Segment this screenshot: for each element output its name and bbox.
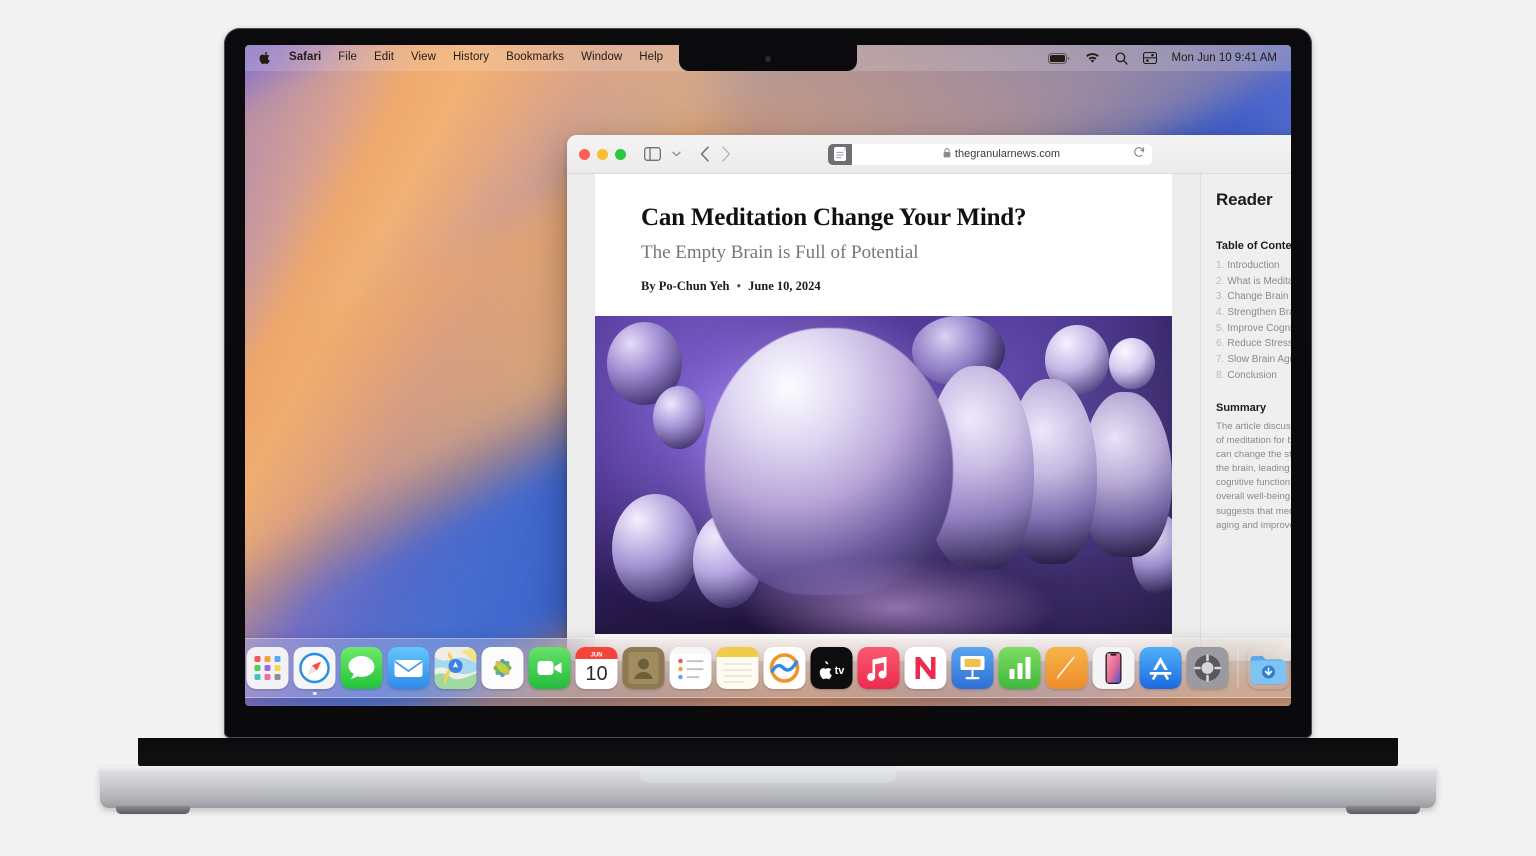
- dock-divider: [1237, 649, 1239, 687]
- menu-item-window[interactable]: Window: [581, 52, 622, 64]
- menu-item-history[interactable]: History: [453, 52, 489, 64]
- dock-item-pages[interactable]: [1045, 647, 1088, 689]
- calendar-day: 10: [585, 663, 607, 685]
- byline-author: By Po-Chun Yeh: [641, 278, 730, 293]
- byline-date: June 10, 2024: [748, 278, 821, 293]
- display-notch: [679, 45, 857, 71]
- svg-text:tv: tv: [835, 665, 846, 677]
- toc-item[interactable]: 7.Slow Brain Aging: [1216, 352, 1291, 368]
- summary-heading: Summary: [1216, 401, 1267, 414]
- dock-item-downloads[interactable]: [1248, 647, 1290, 689]
- back-arrow-icon[interactable]: [700, 146, 710, 162]
- menu-item-view[interactable]: View: [411, 52, 436, 64]
- toc-item[interactable]: 5.Improve Cognitive Function: [1216, 321, 1291, 337]
- screenshot-stage: Safari File Edit View History Bookmarks …: [0, 0, 1536, 856]
- dock-item-launchpad[interactable]: [246, 647, 289, 689]
- article-title: Can Meditation Change Your Mind?: [641, 204, 1027, 231]
- dock-item-keynote[interactable]: [951, 647, 994, 689]
- reload-icon[interactable]: [1133, 145, 1145, 163]
- dock: JUN 10 tv: [245, 638, 1291, 698]
- dock-item-safari[interactable]: [293, 647, 336, 689]
- toc-heading: Table of Contents: [1216, 240, 1291, 252]
- reader-panel-title: Reader: [1216, 190, 1273, 209]
- sidebar-toggle-icon[interactable]: [644, 147, 661, 161]
- toc-item[interactable]: 2.What is Meditation?: [1216, 274, 1291, 290]
- reader-mode-icon[interactable]: [827, 143, 852, 165]
- laptop-screen: Safari File Edit View History Bookmarks …: [245, 45, 1291, 706]
- dock-item-messages[interactable]: [340, 647, 383, 689]
- window-traffic-lights: [579, 148, 626, 160]
- reader-header: Reader: [1216, 190, 1291, 210]
- toc-item[interactable]: 3.Change Brain Structure: [1216, 289, 1291, 305]
- toc-item[interactable]: 1. Introduction: [1216, 258, 1291, 274]
- laptop-foot-right: [1346, 806, 1420, 814]
- toc-list: 1.Introduction 2.What is Meditation? 3.C…: [1216, 258, 1291, 384]
- toc-item[interactable]: 4.Strengthen Brain Networks: [1216, 305, 1291, 321]
- apple-logo-icon[interactable]: [259, 51, 272, 65]
- address-bar[interactable]: thegranularnews.com: [827, 143, 1152, 165]
- webpage-area: Can Meditation Change Your Mind? The Emp…: [567, 174, 1200, 661]
- dock-item-facetime[interactable]: [528, 647, 571, 689]
- menu-item-edit[interactable]: Edit: [374, 52, 394, 64]
- article-sheet: Can Meditation Change Your Mind? The Emp…: [595, 174, 1172, 661]
- close-button[interactable]: [579, 148, 590, 160]
- search-icon[interactable]: [1114, 51, 1128, 65]
- toc-item[interactable]: 8. Conclusion: [1216, 368, 1291, 384]
- dock-item-reminders[interactable]: [669, 647, 712, 689]
- minimize-button[interactable]: [597, 148, 608, 160]
- menubar-clock[interactable]: Mon Jun 10 9:41 AM: [1172, 52, 1277, 64]
- toc-item[interactable]: 6.Reduce Stress and Anxiety: [1216, 336, 1291, 352]
- chevron-down-icon[interactable]: [672, 151, 681, 157]
- laptop-foot-left: [116, 806, 190, 814]
- safari-content: Can Meditation Change Your Mind? The Emp…: [567, 174, 1291, 661]
- camera-icon: [765, 56, 771, 62]
- laptop-lid: Safari File Edit View History Bookmarks …: [224, 28, 1312, 738]
- dock-item-maps[interactable]: [434, 647, 477, 689]
- calendar-month: JUN: [590, 652, 602, 658]
- lock-icon: [943, 147, 951, 161]
- dock-item-freeform[interactable]: [763, 647, 806, 689]
- dock-item-system-settings[interactable]: [1186, 647, 1229, 689]
- url-text: thegranularnews.com: [954, 148, 1061, 160]
- safari-toolbar: thegranularnews.com: [567, 135, 1291, 174]
- laptop-base: [100, 766, 1436, 814]
- dock-item-music[interactable]: [857, 647, 900, 689]
- laptop-hinge: [138, 738, 1398, 768]
- article-byline: By Po-Chun Yeh • June 10, 2024: [641, 279, 1126, 294]
- dock-item-appletv[interactable]: tv: [810, 647, 853, 689]
- menu-item-help[interactable]: Help: [639, 52, 663, 64]
- article-hero-image: [595, 315, 1172, 634]
- dock-item-news[interactable]: [904, 647, 947, 689]
- dock-item-app-store[interactable]: [1139, 647, 1182, 689]
- dock-item-calendar[interactable]: JUN 10: [575, 647, 618, 689]
- zoom-button[interactable]: [615, 148, 626, 160]
- menu-item-bookmarks[interactable]: Bookmarks: [506, 52, 564, 64]
- macbook-pro: Safari File Edit View History Bookmarks …: [224, 28, 1312, 738]
- wifi-icon[interactable]: [1085, 52, 1100, 64]
- reader-sidebar: Reader Table of Contents 1.Introduction …: [1200, 174, 1291, 661]
- dock-item-photos[interactable]: [481, 647, 524, 689]
- byline-separator: •: [736, 278, 741, 293]
- dock-item-notes[interactable]: [716, 647, 759, 689]
- forward-arrow-icon[interactable]: [721, 146, 731, 162]
- article-header: Can Meditation Change Your Mind? The Emp…: [595, 174, 1172, 316]
- dock-item-iphone-mirroring[interactable]: [1092, 647, 1135, 689]
- menu-item-file[interactable]: File: [338, 52, 357, 64]
- control-center-icon[interactable]: [1142, 52, 1157, 64]
- base-thumb-notch: [639, 766, 897, 783]
- menu-item-safari[interactable]: Safari: [289, 52, 321, 64]
- summary-text: The article discusses the potential bene…: [1216, 420, 1291, 531]
- dock-item-mail[interactable]: [387, 647, 430, 689]
- article-subtitle: The Empty Brain is Full of Potential: [641, 241, 919, 263]
- url-field[interactable]: thegranularnews.com: [851, 143, 1152, 165]
- battery-icon[interactable]: [1047, 52, 1070, 64]
- safari-window: thegranularnews.com Can Meditation Chang…: [567, 135, 1291, 661]
- dock-item-contacts[interactable]: [622, 647, 665, 689]
- dock-item-numbers[interactable]: [998, 647, 1041, 689]
